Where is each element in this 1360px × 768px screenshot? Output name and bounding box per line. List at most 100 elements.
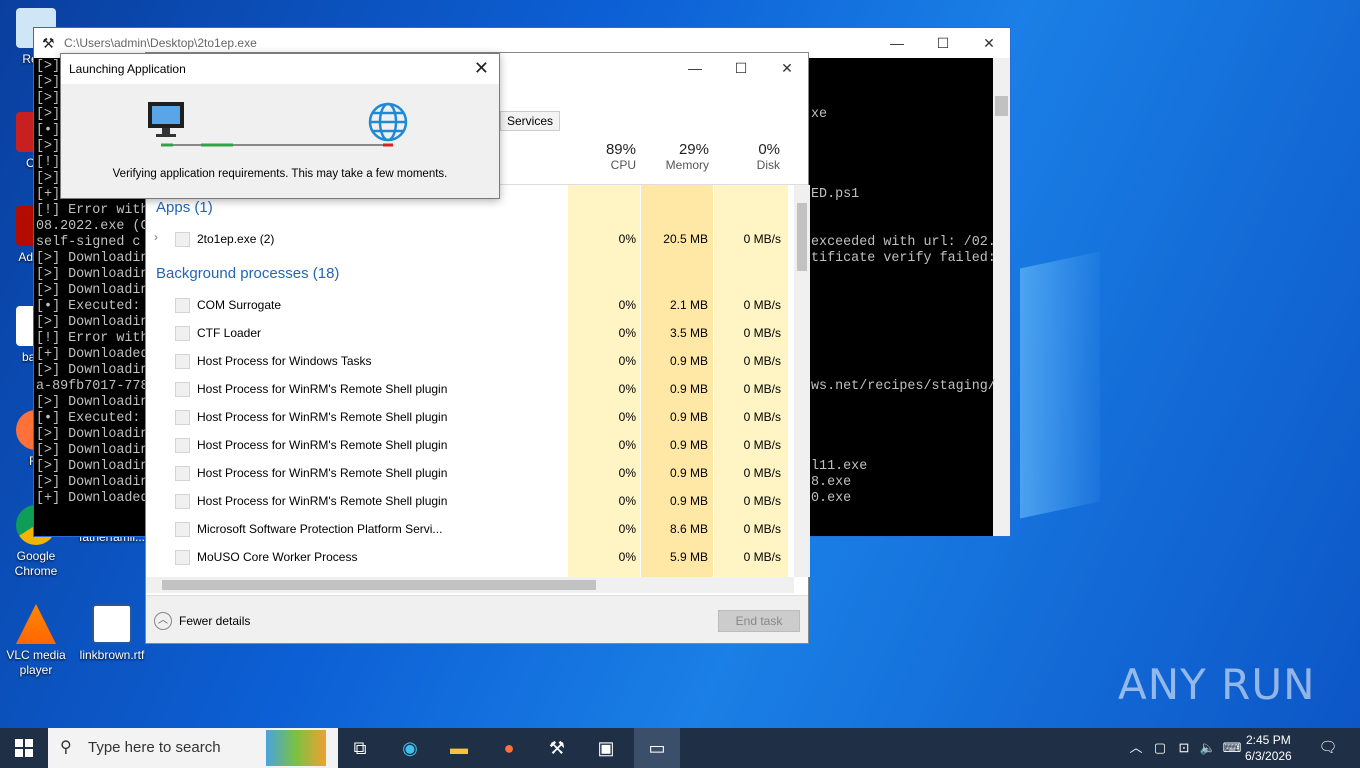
minimize-button[interactable]: — xyxy=(672,53,718,83)
edge-icon[interactable]: ◉ xyxy=(396,734,424,762)
hammer-app-icon[interactable]: ⚒ xyxy=(543,734,571,762)
process-name: Host Process for WinRM's Remote Shell pl… xyxy=(197,438,448,452)
start-button[interactable] xyxy=(10,734,38,762)
console-line-tail: ws.net/recipes/staging/ xyxy=(811,379,996,394)
process-name: Host Process for WinRM's Remote Shell pl… xyxy=(197,410,448,424)
maximize-button[interactable]: ☐ xyxy=(920,28,966,58)
word-document-icon xyxy=(92,604,132,644)
desktop-icon-vlc[interactable]: VLC media player xyxy=(0,604,72,678)
desktop-icon-linkbrown[interactable]: linkbrown.rtf xyxy=(76,604,148,663)
process-name: CTF Loader xyxy=(197,326,262,340)
chevron-right-icon[interactable]: › xyxy=(154,230,158,244)
vlc-icon xyxy=(16,604,56,644)
clock-date: 6/3/2026 xyxy=(1245,749,1292,763)
memory-value: 2.1 MB xyxy=(669,298,708,312)
task-view-icon[interactable]: ⧉ xyxy=(346,734,374,762)
console-line: [>] xyxy=(36,59,61,74)
memory-value: 8.6 MB xyxy=(669,522,708,536)
maximize-button[interactable]: ☐ xyxy=(718,53,764,83)
close-button[interactable]: ✕ xyxy=(966,28,1012,58)
close-button[interactable]: ✕ xyxy=(764,53,810,83)
process-row[interactable]: COM Surrogate 0% 2.1 MB 0 MB/s xyxy=(146,291,794,319)
disk-value: 0 MB/s xyxy=(743,232,781,246)
process-row[interactable]: MoUSO Core Worker Process 0% 5.9 MB 0 MB/s xyxy=(146,543,794,571)
console-line: [!] Error with xyxy=(36,203,149,218)
console-line-tail: 8.exe xyxy=(811,475,852,490)
process-row[interactable]: Host Process for WinRM's Remote Shell pl… xyxy=(146,375,794,403)
dialog-title: Launching Application xyxy=(69,62,186,76)
tab-services[interactable]: Services xyxy=(500,111,561,131)
process-row[interactable]: Host Process for Windows Tasks 0% 0.9 MB 0 … xyxy=(146,347,794,375)
clock-time: 2:45 PM xyxy=(1246,733,1291,747)
cpu-percent: 89% xyxy=(605,141,636,158)
taskbar-search-box[interactable]: ⚲ Type here to search xyxy=(48,728,338,768)
progress-illustration xyxy=(148,102,408,147)
fewer-details-button[interactable]: ︿ Fewer details xyxy=(154,612,250,630)
scroll-thumb[interactable] xyxy=(162,580,596,590)
apps-group-header: Apps (1) xyxy=(156,199,213,216)
search-placeholder: Type here to search xyxy=(88,739,221,756)
notifications-icon[interactable]: 🗨 xyxy=(1314,734,1342,762)
memory-column-header[interactable]: 29% Memory xyxy=(641,141,709,172)
console-line: [>] Downloadin xyxy=(36,267,149,282)
cpu-value: 0% xyxy=(618,438,636,452)
console-line: [>] Downloadin xyxy=(36,427,149,442)
process-name: Host Process for Windows Tasks xyxy=(197,354,372,368)
minimize-button[interactable]: — xyxy=(874,28,920,58)
process-icon xyxy=(175,354,190,369)
cpu-value: 0% xyxy=(618,354,636,368)
process-row[interactable]: Host Process for WinRM's Remote Shell pl… xyxy=(146,431,794,459)
dialog-titlebar: Launching Application ✕ xyxy=(61,54,499,84)
process-name: Microsoft Software Protection Platform S… xyxy=(197,522,443,536)
memory-value: 3.5 MB xyxy=(669,326,708,340)
disk-value: 0 MB/s xyxy=(743,298,781,312)
process-icon xyxy=(175,550,190,565)
console-line: [•] xyxy=(36,123,61,138)
end-task-button[interactable]: End task xyxy=(718,610,800,632)
process-name: 2to1ep.exe (2) xyxy=(197,232,275,246)
process-list-hscroll[interactable] xyxy=(146,577,794,593)
dialog-message: Verifying application requirements. This… xyxy=(112,168,448,180)
console-line-tail: ED.ps1 xyxy=(811,187,860,202)
taskbar-clock[interactable]: 2:45 PM 6/3/2026 xyxy=(1245,732,1292,764)
background-group-header: Background processes (18) xyxy=(156,265,340,282)
process-icon xyxy=(175,466,190,481)
console-line: [>] Downloadin xyxy=(36,395,149,410)
process-row[interactable]: › 2to1ep.exe (2) 0% 20.5 MB 0 MB/s xyxy=(146,225,794,253)
cpu-value: 0% xyxy=(618,466,636,480)
console-line: [>] Downloadin xyxy=(36,459,149,474)
scroll-thumb[interactable] xyxy=(995,96,1008,116)
cpu-column-header[interactable]: 89% CPU xyxy=(568,141,636,172)
task-manager-taskbar-icon[interactable]: ▭ xyxy=(634,728,680,768)
process-row[interactable]: Host Process for WinRM's Remote Shell pl… xyxy=(146,459,794,487)
disk-column-header[interactable]: 0% Disk xyxy=(714,141,780,172)
process-list-vscroll[interactable] xyxy=(794,185,810,577)
console-line-tail: xe xyxy=(811,107,828,122)
process-row[interactable]: Host Process for WinRM's Remote Shell pl… xyxy=(146,487,794,515)
memory-value: 0.9 MB xyxy=(669,410,708,424)
disk-value: 0 MB/s xyxy=(743,466,781,480)
file-explorer-icon[interactable]: ▬ xyxy=(445,734,473,762)
disk-value: 0 MB/s xyxy=(743,438,781,452)
console-line: 08.2022.exe (C xyxy=(36,219,149,234)
memory-value: 0.9 MB xyxy=(669,466,708,480)
launching-application-dialog[interactable]: Launching Application ✕ Verifying applic… xyxy=(60,53,500,199)
scroll-thumb[interactable] xyxy=(797,203,807,271)
console-scrollbar[interactable] xyxy=(993,58,1010,536)
console-line: [>] Downloadin xyxy=(36,443,149,458)
process-name: MoUSO Core Worker Process xyxy=(197,550,358,564)
desktop-icon-label: Google Chrome xyxy=(14,549,58,578)
memory-value: 5.9 MB xyxy=(669,550,708,564)
process-row[interactable]: Microsoft Software Protection Platform S… xyxy=(146,515,794,543)
puzzle-image xyxy=(266,730,326,766)
process-icon xyxy=(175,522,190,537)
console-line: [•] Executed: xyxy=(36,299,141,314)
keyboard-icon[interactable]: ⌨ xyxy=(1218,734,1246,762)
process-row[interactable]: CTF Loader 0% 3.5 MB 0 MB/s xyxy=(146,319,794,347)
process-row[interactable]: Host Process for WinRM's Remote Shell pl… xyxy=(146,403,794,431)
app-window-icon[interactable]: ▣ xyxy=(592,734,620,762)
disk-value: 0 MB/s xyxy=(743,410,781,424)
firefox-icon[interactable]: ● xyxy=(495,734,523,762)
memory-label: Memory xyxy=(665,158,709,172)
close-button[interactable]: ✕ xyxy=(474,58,489,79)
